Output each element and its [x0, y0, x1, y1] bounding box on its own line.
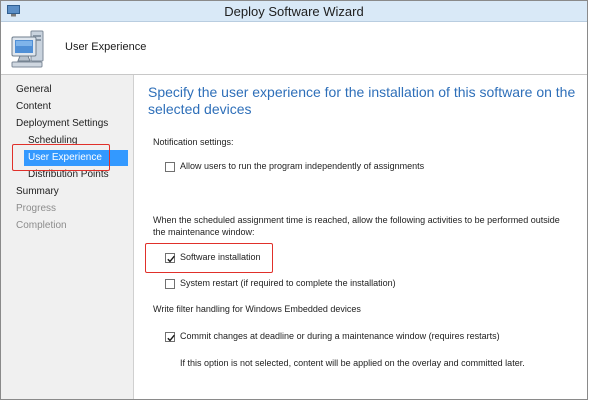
- window-title: Deploy Software Wizard: [224, 3, 364, 19]
- maintenance-window-text: When the scheduled assignment time is re…: [153, 215, 560, 237]
- computer-icon: [11, 30, 44, 68]
- nav-item-general[interactable]: General: [16, 82, 52, 98]
- nav-item-summary[interactable]: Summary: [16, 184, 59, 200]
- write-filter-label: Write filter handling for Windows Embedd…: [153, 304, 361, 314]
- commit-note: If this option is not selected, content …: [180, 358, 525, 368]
- commit-changes-label: Commit changes at deadline or during a m…: [180, 331, 500, 341]
- system-restart-checkbox[interactable]: [165, 279, 175, 289]
- title-bar: Deploy Software Wizard: [1, 1, 587, 22]
- system-restart-label: System restart (if required to complete …: [180, 278, 396, 288]
- nav-item-progress: Progress: [16, 203, 57, 214]
- commit-changes-checkbox[interactable]: [165, 332, 175, 342]
- main-content: Specify the user experience for the inst…: [135, 75, 587, 399]
- annotation-highlight-box: [12, 144, 110, 171]
- app-icon: [7, 5, 20, 17]
- checkmark-icon: [167, 334, 175, 342]
- allow-users-checkbox[interactable]: [165, 162, 175, 172]
- wizard-window: Deploy Software Wizard User Experience G…: [0, 0, 588, 400]
- page-heading: Specify the user experience for the inst…: [148, 84, 576, 117]
- nav-item-content[interactable]: Content: [16, 99, 51, 115]
- notification-settings-label: Notification settings:: [153, 137, 234, 147]
- wizard-nav: General Content Deployment Settings Sche…: [1, 75, 134, 399]
- page-name: User Experience: [65, 41, 147, 53]
- nav-item-deployment-settings[interactable]: Deployment Settings: [16, 116, 108, 132]
- annotation-highlight-box: [145, 243, 273, 273]
- nav-item-completion: Completion: [16, 220, 67, 231]
- allow-users-label: Allow users to run the program independe…: [180, 161, 425, 171]
- page-header: User Experience: [1, 22, 587, 75]
